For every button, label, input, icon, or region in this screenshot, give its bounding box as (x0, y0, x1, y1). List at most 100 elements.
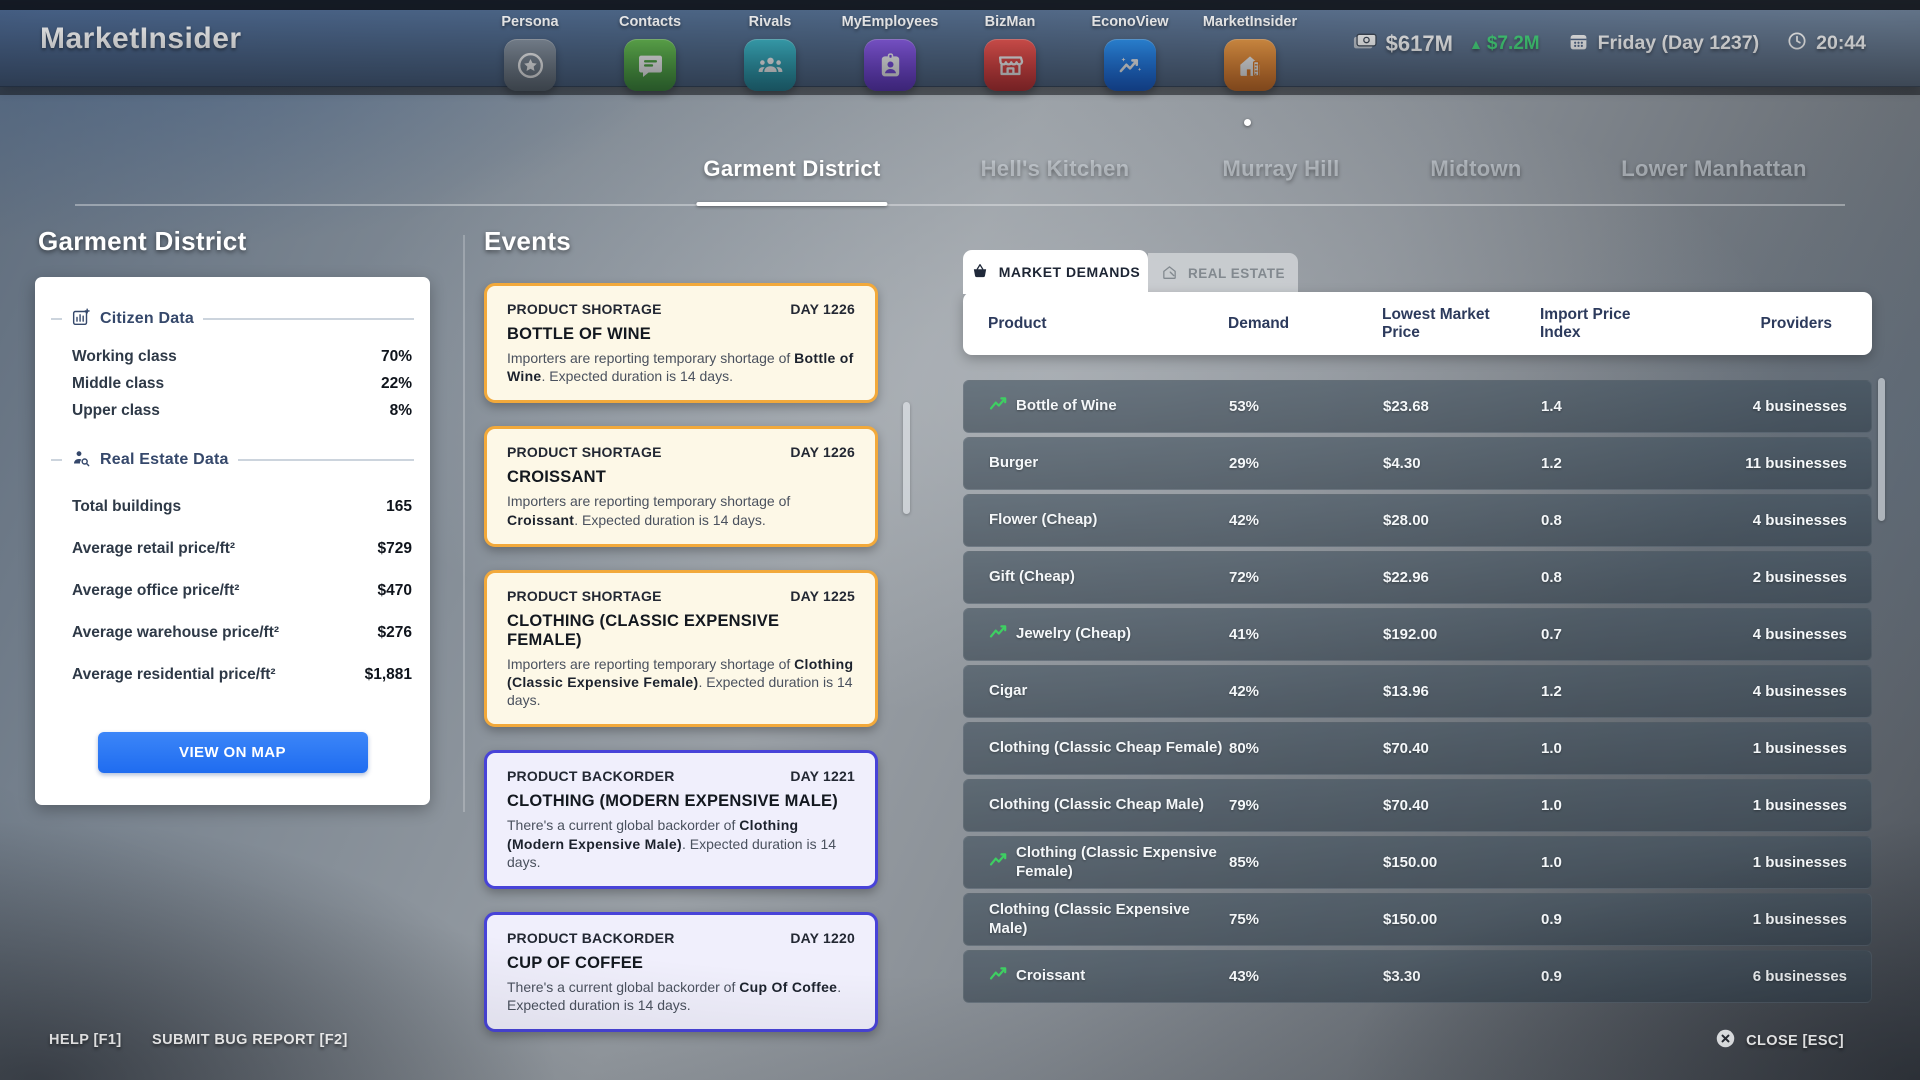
providers-value: 1 businesses (1661, 797, 1847, 814)
event-description: Importers are reporting temporary shorta… (507, 492, 855, 528)
time-indicator: 20:44 (1787, 31, 1866, 56)
price-value: $150.00 (1383, 911, 1541, 928)
table-row: Clothing (Classic Expensive Female) 85% … (963, 836, 1872, 889)
price-value: $28.00 (1383, 512, 1541, 529)
marketinsider-screen: MarketInsider Persona Contacts Rivals My… (0, 0, 1920, 1080)
real-estate-data-header: Real Estate Data (51, 448, 414, 472)
stat-row: Middle class22% (51, 370, 414, 397)
demand-value: 80% (1229, 740, 1383, 757)
money-delta: ▲ $7.2M (1469, 33, 1540, 55)
demand-value: 29% (1229, 455, 1383, 472)
product-name: Clothing (Classic Cheap Male) (989, 796, 1204, 814)
product-name: Jewelry (Cheap) (1016, 625, 1131, 643)
index-value: 0.8 (1541, 569, 1661, 586)
app-title: MarketInsider (40, 22, 242, 56)
product-name: Bottle of Wine (1016, 397, 1117, 415)
event-description: There's a current global backorder of Cl… (507, 816, 855, 871)
tabs-divider (75, 204, 1845, 206)
tab-lower-manhattan[interactable]: Lower Manhattan (1621, 156, 1806, 182)
table-row: Flower (Cheap) 42% $28.00 0.8 4 business… (963, 494, 1872, 547)
price-value: $22.96 (1383, 569, 1541, 586)
demand-value: 79% (1229, 797, 1383, 814)
stat-row: Total buildings165 (51, 486, 414, 528)
event-description: Importers are reporting temporary shorta… (507, 349, 855, 385)
bug-report-button[interactable]: SUBMIT BUG REPORT [F2] (152, 1032, 348, 1048)
demand-value: 43% (1229, 968, 1383, 985)
tab-midtown[interactable]: Midtown (1430, 156, 1521, 182)
close-icon (1715, 1028, 1736, 1053)
app-econoview[interactable]: EconoView (1072, 14, 1188, 91)
market-table-scrollbar[interactable] (1878, 378, 1885, 521)
demand-value: 42% (1229, 683, 1383, 700)
event-product: CROISSANT (507, 468, 855, 487)
app-myemployees[interactable]: MyEmployees (832, 14, 948, 91)
providers-value: 4 businesses (1661, 398, 1847, 415)
stat-row: Average residential price/ft²$1,881 (51, 654, 414, 696)
demand-value: 75% (1229, 911, 1383, 928)
event-product: CUP OF COFFEE (507, 954, 855, 973)
district-data-card: Citizen Data Working class70% Middle cla… (35, 277, 430, 805)
close-button[interactable]: CLOSE [ESC] (1715, 1028, 1844, 1053)
trend-up-icon (989, 966, 1008, 986)
help-button[interactable]: HELP [F1] (49, 1032, 122, 1048)
stat-row: Working class70% (51, 343, 414, 370)
index-value: 1.4 (1541, 398, 1661, 415)
app-contacts[interactable]: Contacts (592, 14, 708, 91)
chat-icon (624, 39, 676, 91)
cash-icon (1353, 33, 1377, 55)
app-bizman[interactable]: BizMan (952, 14, 1068, 91)
product-name: Cigar (989, 682, 1027, 700)
price-value: $3.30 (1383, 968, 1541, 985)
calendar-icon (1568, 31, 1589, 57)
event-day: DAY 1225 (790, 588, 855, 604)
providers-value: 1 businesses (1661, 854, 1847, 871)
table-row: Clothing (Classic Cheap Female) 80% $70.… (963, 722, 1872, 775)
demand-value: 72% (1229, 569, 1383, 586)
col-import-index: Import Price Index (1540, 306, 1660, 342)
tab-murray-hill[interactable]: Murray Hill (1223, 156, 1340, 182)
people-icon (744, 39, 796, 91)
event-card-backorder: PRODUCT BACKORDERDAY 1220 CUP OF COFFEE … (484, 912, 878, 1032)
col-providers: Providers (1660, 315, 1848, 333)
app-marketinsider[interactable]: MarketInsider (1192, 14, 1308, 91)
demand-value: 41% (1229, 626, 1383, 643)
tab-garment-district[interactable]: Garment District (703, 156, 880, 182)
event-description: Importers are reporting temporary shorta… (507, 655, 855, 710)
events-list: PRODUCT SHORTAGEDAY 1226 BOTTLE OF WINE … (484, 283, 878, 1032)
index-value: 0.9 (1541, 968, 1661, 985)
providers-value: 2 businesses (1661, 569, 1847, 586)
app-rivals[interactable]: Rivals (712, 14, 828, 91)
view-on-map-button[interactable]: VIEW ON MAP (98, 732, 368, 773)
app-persona[interactable]: Persona (472, 14, 588, 91)
event-kind: PRODUCT BACKORDER (507, 768, 675, 784)
index-value: 1.0 (1541, 797, 1661, 814)
events-scrollbar[interactable] (903, 402, 910, 514)
index-value: 1.0 (1541, 740, 1661, 757)
event-product: BOTTLE OF WINE (507, 325, 855, 344)
event-product: CLOTHING (CLASSIC EXPENSIVE FEMALE) (507, 612, 855, 650)
column-divider (463, 235, 465, 812)
chart-sparkle-icon (1104, 39, 1156, 91)
stat-row: Average office price/ft²$470 (51, 570, 414, 612)
price-value: $4.30 (1383, 455, 1541, 472)
providers-value: 11 businesses (1661, 455, 1847, 472)
bottom-strip (0, 0, 1920, 10)
price-value: $70.40 (1383, 740, 1541, 757)
date-value: Friday (Day 1237) (1598, 32, 1760, 55)
col-demand: Demand (1228, 315, 1382, 333)
market-table-rows: Bottle of Wine 53% $23.68 1.4 4 business… (963, 380, 1872, 1007)
event-description: There's a current global backorder of Cu… (507, 978, 855, 1014)
house-tag-icon (1161, 264, 1178, 284)
citizen-data-rows: Working class70% Middle class22% Upper c… (51, 343, 414, 424)
event-kind: PRODUCT SHORTAGE (507, 444, 662, 460)
providers-value: 6 businesses (1661, 968, 1847, 985)
tab-hells-kitchen[interactable]: Hell's Kitchen (981, 156, 1130, 182)
tab-real-estate[interactable]: REAL ESTATE (1148, 253, 1298, 294)
hud-status: $617M ▲ $7.2M Friday (Day 1237) 20:44 (1353, 0, 1866, 87)
tab-market-demands[interactable]: MARKET DEMANDS (963, 250, 1148, 294)
table-row: Bottle of Wine 53% $23.68 1.4 4 business… (963, 380, 1872, 433)
basket-icon (971, 262, 989, 283)
product-name: Flower (Cheap) (989, 511, 1097, 529)
up-arrow-icon: ▲ (1469, 36, 1483, 52)
event-day: DAY 1221 (790, 768, 855, 784)
